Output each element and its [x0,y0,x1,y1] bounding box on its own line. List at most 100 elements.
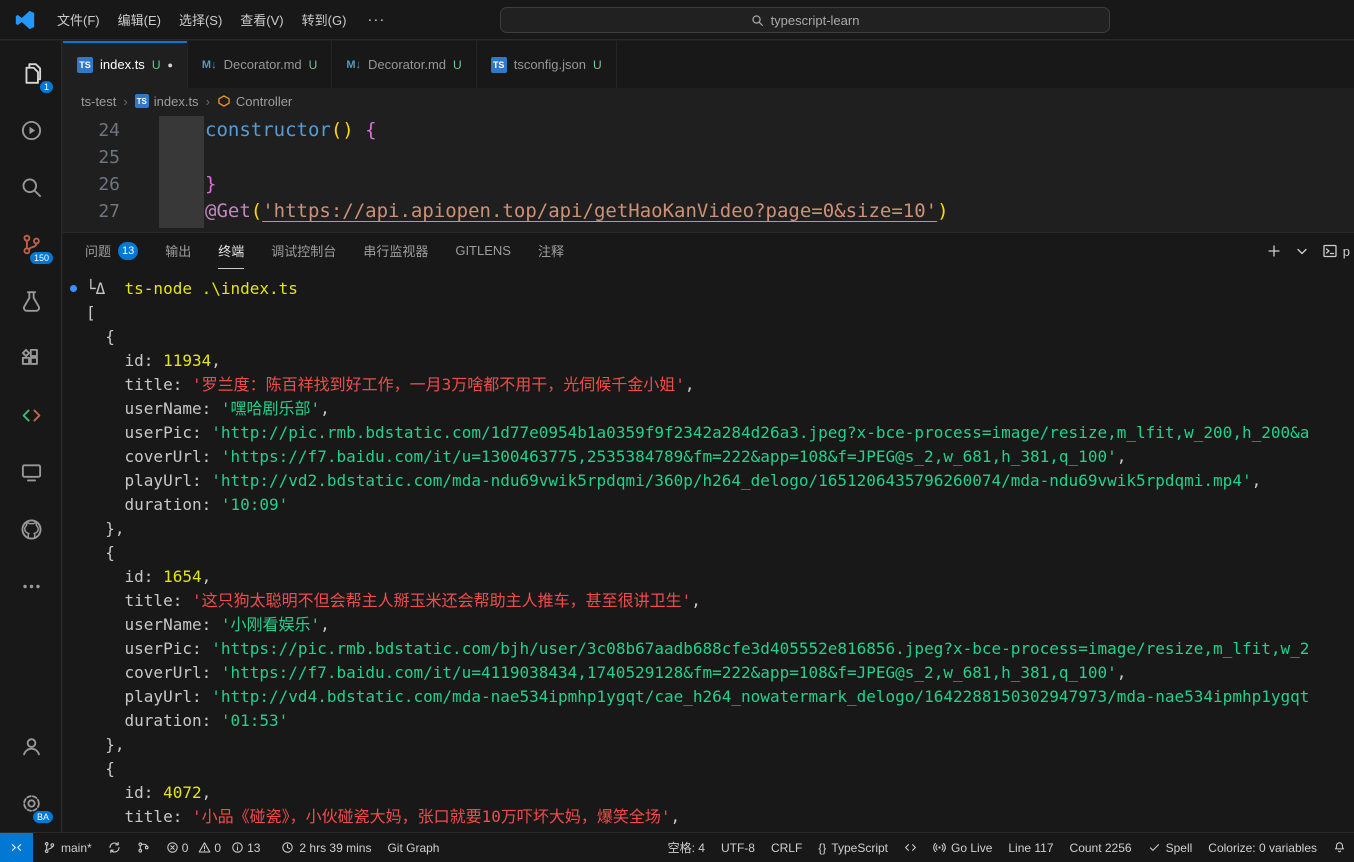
status-eol[interactable]: CRLF [763,833,810,862]
status-branch[interactable]: main* [35,833,100,862]
workbench-content: TSindex.tsU●M↓Decorator.mdUM↓Decorator.m… [63,41,1354,832]
status-problems[interactable]: 0013 [158,833,274,862]
terminal-line: id: 4072, [86,781,1354,805]
tab-tsconfig.json[interactable]: TStsconfig.jsonU [477,41,617,88]
terminal-line: duration: '10:09' [86,493,1354,517]
status-language[interactable]: {}TypeScript [810,833,896,862]
line-number: 27 [63,198,120,225]
breadcrumb-item-ts-test[interactable]: ts-test [81,94,116,109]
terminal-line: userName: '小刚看娱乐', [86,613,1354,637]
tab-index.ts[interactable]: TSindex.tsU● [63,41,188,88]
modified-dot-icon[interactable]: ● [167,60,172,70]
status-git-graph-view[interactable] [129,833,158,862]
panel-tab-label: GITLENS [455,243,511,258]
menubar-item[interactable]: 文件(F) [48,5,109,34]
editor-line: 24constructor() { [63,117,1354,144]
panel-actions: p [1266,233,1350,269]
status-notifications[interactable] [1325,833,1354,862]
panel-tab-问题[interactable]: 问题 13 [85,233,138,269]
panel-tab-串行监视器[interactable]: 串行监视器 [363,233,428,269]
activity-testing[interactable] [0,273,62,330]
status-encoding[interactable]: UTF-8 [713,833,763,862]
activity-bar: 1 150 BA [0,41,62,832]
typescript-file-icon: TS [77,57,93,73]
activity-badge: 150 [29,251,54,265]
panel-tab-终端[interactable]: 终端 [218,233,244,269]
status-remote[interactable] [0,833,33,862]
terminal-line: title: '小品《碰瓷》，小伙碰瓷大妈，张口就要10万吓坏大妈，爆笑全场', [86,805,1354,829]
status-count[interactable]: Count 2256 [1062,833,1140,862]
plus-icon [1266,243,1282,259]
activity-more[interactable] [0,558,62,615]
panel-tab-输出[interactable]: 输出 [165,233,191,269]
panel-tab-label: 输出 [165,241,191,260]
error-icon [166,841,179,854]
tab-Decorator.md[interactable]: M↓ Decorator.md U [188,41,332,88]
activity-live-server[interactable] [0,387,62,444]
terminal-output[interactable]: └Δ ts-node .\index.ts[ { id: 11934, titl… [63,269,1354,832]
editor-line: 26} [63,171,1354,198]
breadcrumb: ts-test›TSindex.ts›Controller [63,88,1354,114]
search-icon [20,176,43,199]
tab-Decorator.md[interactable]: M↓Decorator.mdU [332,41,476,88]
menubar-more-button[interactable]: ··· [355,9,397,30]
menubar: 文件(F)编辑(E)选择(S)查看(V)转到(G) [48,5,355,34]
testing-icon [20,290,43,313]
status-bar: main* 00132 hrs 39 minsGit Graph 空格: 4UTF… [0,832,1354,862]
activity-extensions[interactable] [0,330,62,387]
terminal-line: duration: '01:53' [86,709,1354,733]
activity-settings[interactable]: BA [0,775,62,832]
activity-source-control[interactable]: 150 [0,216,62,273]
sync-icon [108,841,121,854]
panel-tab-label: 问题 [85,241,111,260]
panel-tab-label: 注释 [538,241,564,260]
terminal-line: { [86,325,1354,349]
git-untracked-badge: U [152,58,161,72]
terminal-picker-button[interactable] [1294,243,1310,259]
status-spell[interactable]: Spell [1140,833,1201,862]
status-sync[interactable] [100,833,129,862]
bell-icon [1333,841,1346,854]
status-indentation[interactable]: 空格: 4 [660,833,713,862]
status-git-graph[interactable]: Git Graph [379,833,447,862]
status-time-tracker[interactable]: 2 hrs 39 mins [273,833,379,862]
search-value: typescript-learn [771,13,860,28]
terminal-name-label: p [1343,244,1350,259]
breadcrumb-separator-icon: › [123,94,127,109]
breadcrumb-item-Controller[interactable]: Controller [217,94,292,109]
activity-search[interactable] [0,159,62,216]
menubar-item[interactable]: 查看(V) [231,5,292,34]
status-colorize[interactable]: Colorize: 0 variables [1200,833,1325,862]
tab-label: tsconfig.json [514,57,586,72]
panel-tab-label: 终端 [218,241,244,260]
panel-tab-调试控制台[interactable]: 调试控制台 [271,233,336,269]
breadcrumb-item-index.ts[interactable]: TSindex.ts [135,94,199,109]
status-code-actions[interactable] [896,833,925,862]
panel-tab-label: 串行监视器 [363,241,428,260]
status-line-indicator[interactable]: Line 117 [1000,833,1061,862]
git-untracked-badge: U [309,58,318,72]
command-decoration-icon[interactable] [70,285,77,292]
check-icon [1148,841,1161,854]
problems-count-badge: 13 [118,242,138,260]
tab-label: Decorator.md [224,57,302,72]
terminal-line: playUrl: 'http://vd2.bdstatic.com/mda-nd… [86,469,1354,493]
activity-run-debug[interactable] [0,102,62,159]
terminal-tab-button[interactable]: p [1322,243,1350,259]
activity-github[interactable] [0,501,62,558]
menubar-item[interactable]: 选择(S) [170,5,231,34]
command-center-search[interactable]: typescript-learn [500,7,1110,33]
panel-tab-GITLENS[interactable]: GITLENS [455,233,511,269]
activity-account[interactable] [0,718,62,775]
typescript-file-icon: TS [135,94,149,108]
menubar-item[interactable]: 转到(G) [293,5,356,34]
activity-remote-explorer[interactable] [0,444,62,501]
code-editor[interactable]: 24constructor() {2526}27@Get('https://ap… [63,114,1354,232]
markdown-file-icon: M↓ [202,59,217,71]
status-go-live[interactable]: Go Live [925,833,1000,862]
panel-tab-注释[interactable]: 注释 [538,233,564,269]
new-terminal-button[interactable] [1266,243,1282,259]
activity-explorer[interactable]: 1 [0,45,62,102]
menubar-item[interactable]: 编辑(E) [109,5,170,34]
class-symbol-icon [217,94,231,108]
